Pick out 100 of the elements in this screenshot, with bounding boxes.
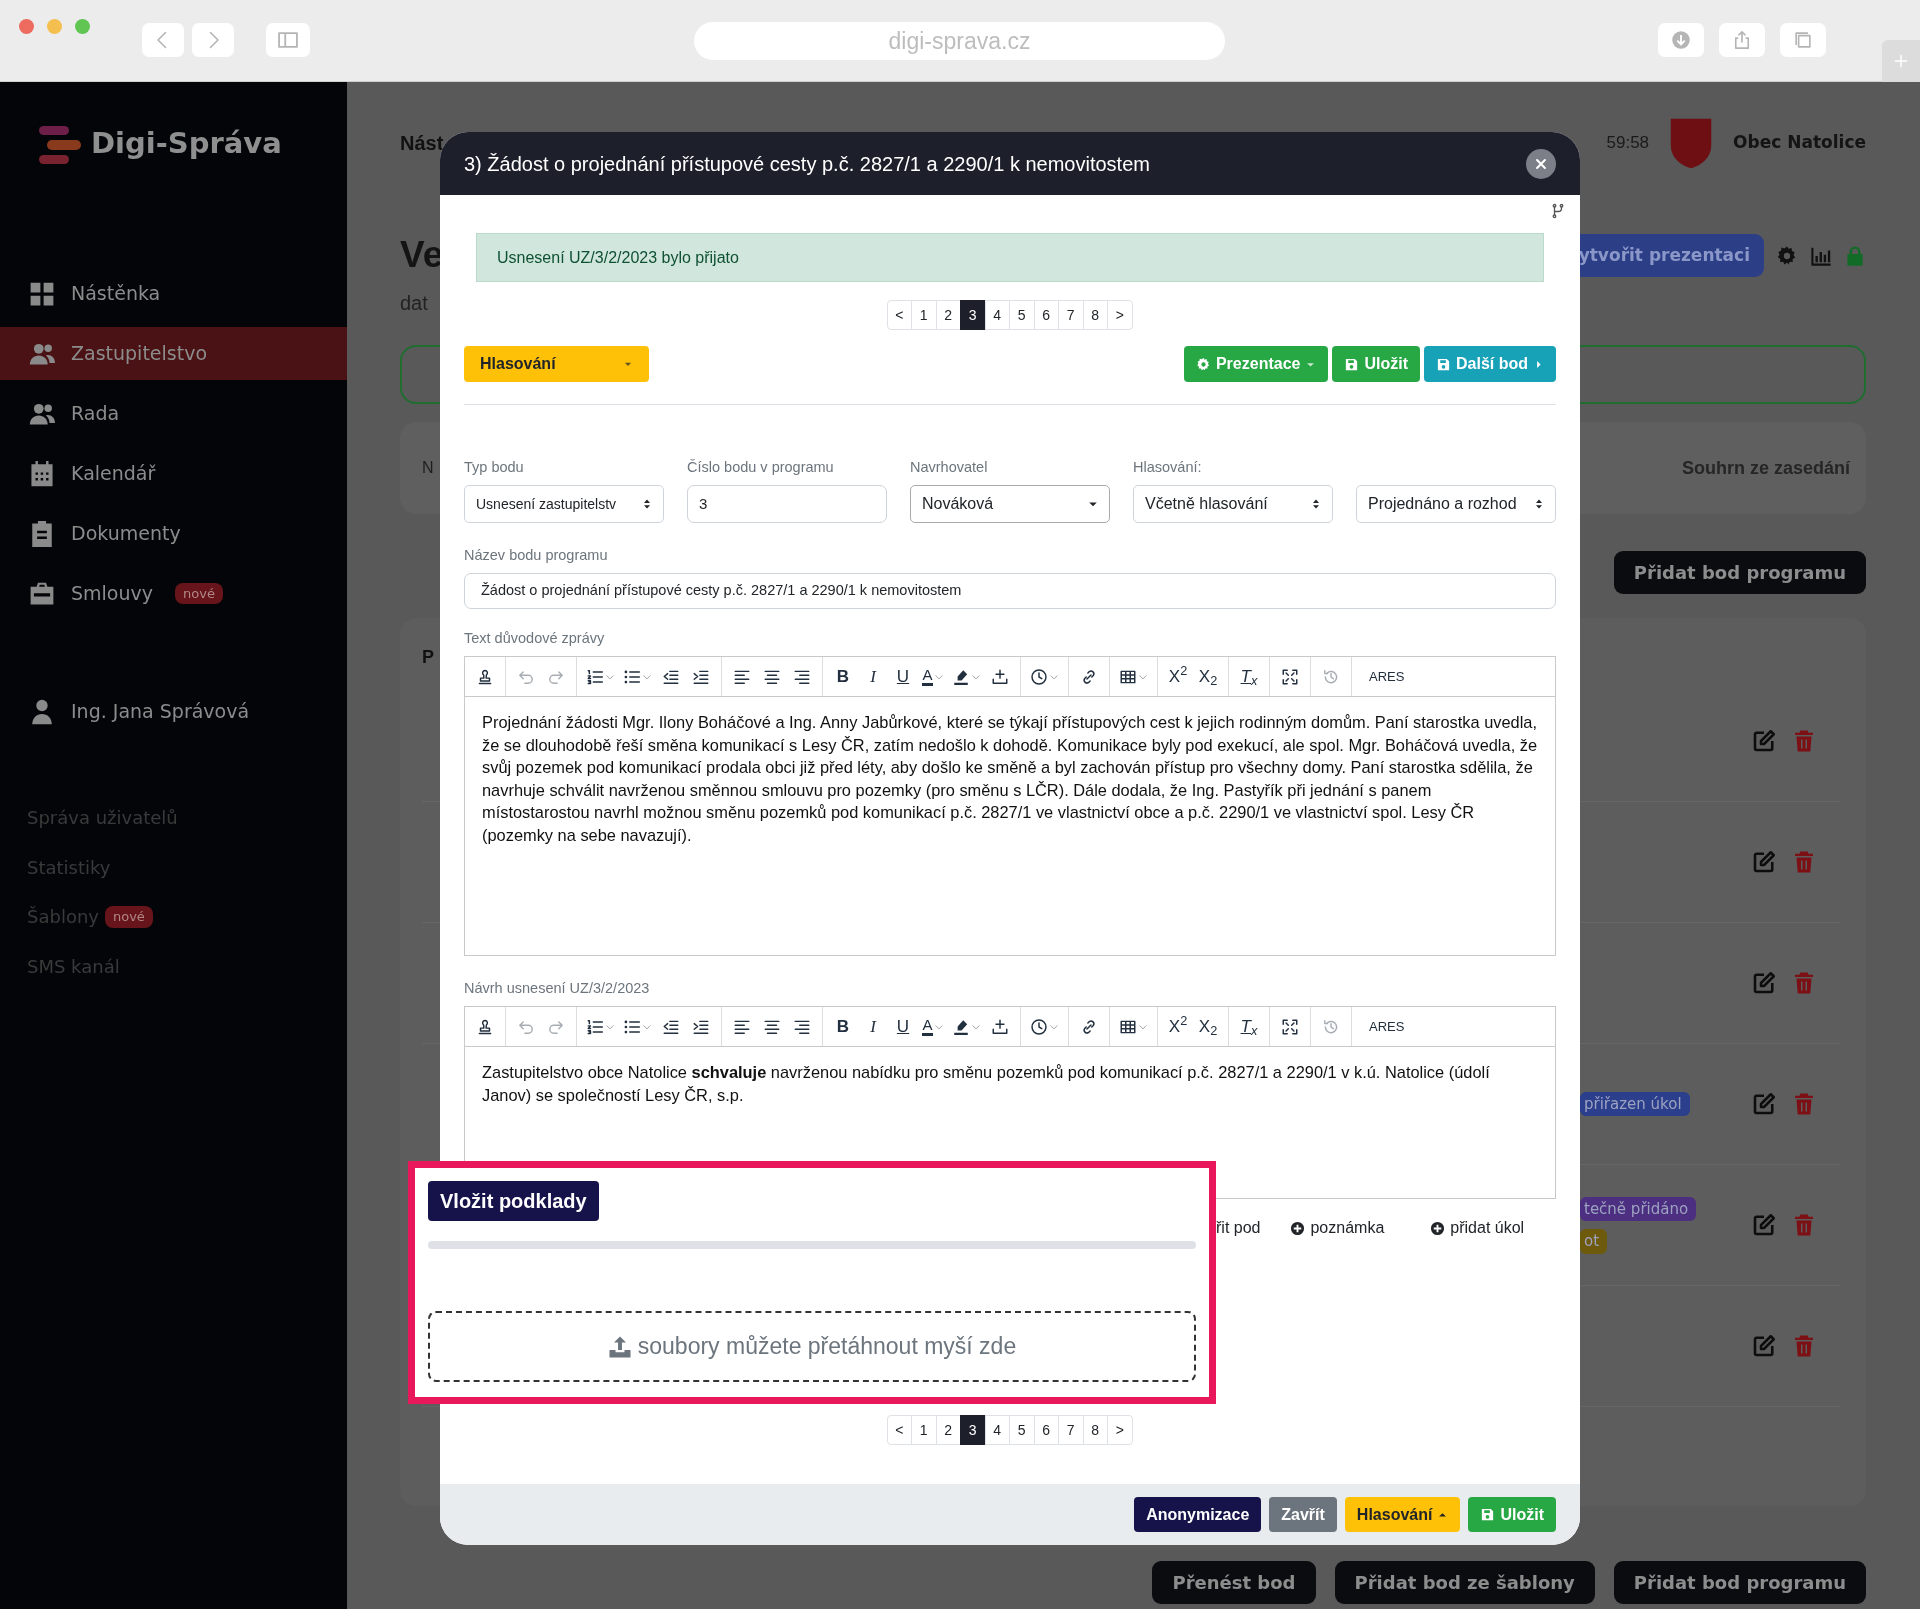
trash-icon: [1792, 1092, 1816, 1116]
nav-item[interactable]: Zastupitelstvo: [0, 327, 347, 380]
link-icon: [1080, 667, 1098, 686]
page-link[interactable]: 8: [1082, 1415, 1108, 1445]
clock-icon: [1030, 1017, 1048, 1036]
footer-button[interactable]: Zavřít: [1269, 1497, 1337, 1532]
input-field[interactable]: Žádost o projednání přístupové cesty p.č. 2827/1 a 2290/1 k nemovitostem: [464, 573, 1556, 609]
agenda-action-button[interactable]: Přenést bod: [1152, 1561, 1316, 1604]
underline-button[interactable]: U: [889, 1011, 917, 1042]
edit-icon: [1752, 729, 1776, 753]
page-link[interactable]: 1: [911, 1415, 937, 1445]
page-link[interactable]: 4: [984, 300, 1010, 330]
edit-button[interactable]: [1752, 971, 1776, 995]
action-link[interactable]: přidat úkol: [1430, 1216, 1525, 1240]
page-link[interactable]: 6: [1033, 1415, 1059, 1445]
superscript-button[interactable]: X$^{2}$: [1164, 1011, 1192, 1042]
underline-button[interactable]: U: [889, 661, 917, 692]
clear-format-button[interactable]: T$_{x}$: [1235, 1011, 1263, 1042]
agenda-action-button[interactable]: Přidat bod programu: [1613, 1561, 1866, 1604]
page-link[interactable]: <: [886, 300, 912, 330]
italic-button[interactable]: I: [859, 661, 887, 692]
bold-button[interactable]: B: [829, 661, 857, 692]
file-drop-zone[interactable]: soubory můžete přetáhnout myší zde: [428, 1311, 1196, 1382]
ordered-list-icon: [586, 667, 604, 686]
page-link[interactable]: >: [1107, 1415, 1133, 1445]
sidebar-toggle-button[interactable]: [266, 23, 310, 57]
page-link[interactable]: 6: [1033, 300, 1059, 330]
plain-button[interactable]: ARES: [1358, 661, 1416, 692]
edit-button[interactable]: [1752, 1092, 1776, 1116]
nav-item[interactable]: Kalendář: [0, 447, 347, 500]
close-button[interactable]: [1526, 148, 1556, 179]
field-label: Navrhovatel: [910, 458, 989, 477]
page-link[interactable]: 3: [960, 1415, 986, 1445]
user-name[interactable]: Ing. Jana Správová: [71, 697, 250, 726]
bold-button[interactable]: B: [829, 1011, 857, 1042]
page-link[interactable]: >: [1107, 300, 1133, 330]
select-field[interactable]: Usnesení zastupitelstv: [464, 485, 664, 523]
calendar-icon: [29, 460, 55, 487]
save-icon: [1480, 1507, 1496, 1522]
tag-badge: ot: [1580, 1229, 1608, 1254]
window-control-icon[interactable]: [19, 19, 34, 34]
page-link[interactable]: 4: [984, 1415, 1010, 1445]
page-link[interactable]: 8: [1082, 300, 1108, 330]
edit-button[interactable]: [1752, 850, 1776, 874]
text-color-button[interactable]: A: [919, 1011, 947, 1042]
history-icon: [1322, 1017, 1340, 1036]
page-link[interactable]: 5: [1009, 1415, 1035, 1445]
edit-button[interactable]: [1752, 729, 1776, 753]
insert-icon: [991, 1017, 1009, 1036]
page-link[interactable]: 2: [935, 300, 961, 330]
tag-badge: tečně přidáno: [1580, 1196, 1697, 1221]
branch-icon: [1550, 203, 1566, 219]
page-link[interactable]: <: [886, 1415, 912, 1445]
editor-text[interactable]: Projednání žádosti Mgr. Ilony Boháčové a Ing. Anny Jabůrkové, které se týkají přístupových cest k jejich rodinným domům. Paní starostka uvedla, že se dlouhodobě řeší směna komunikací s Lesy ČR, zatím nedošlo k dohodě. Komunikace byly pod exekucí, ale spol. Mgr. Boháčová uvedla, že svůj pozemek pod komunikací prodala obci již před léty, aby došlo ke směně a byl zachován přístup pro všechny domy. Paní starostka sdělila, že navrhuje schválit navrženou směnnou smlouvu pro pozemky (pro směnu s LČR). Dále dodala, že Ing. Pastyřík při jednání s panem místostarostou navrhl možnou směnu pozemků pod komunikací p.č. 2827/1 ve vlastnictví obce a p.č. 2290/1 ve vlastnictví spol. Lesy ČR (pozemky na sebe navazují).: [482, 711, 1538, 847]
action-link[interactable]: poznámka: [1290, 1216, 1385, 1240]
subscript-button[interactable]: X$_{2}$: [1194, 661, 1222, 692]
stamp-icon: [476, 1017, 494, 1036]
nav-item[interactable]: Smlouvy nové: [0, 567, 347, 620]
briefcase-icon: [29, 580, 55, 607]
select-field[interactable]: Nováková: [910, 485, 1110, 523]
plain-button[interactable]: ARES: [1358, 1011, 1416, 1042]
trash-icon: [1792, 1213, 1816, 1237]
text-color-button[interactable]: A: [919, 661, 947, 692]
superscript-button[interactable]: X$^{2}$: [1164, 661, 1192, 692]
edit-button[interactable]: [1752, 1334, 1776, 1358]
save-icon: [1344, 356, 1360, 372]
edit-button[interactable]: [1752, 1213, 1776, 1237]
select-field[interactable]: Projednáno a rozhod: [1356, 485, 1556, 523]
add-agenda-item-button[interactable]: Přidat bod programu: [1613, 551, 1866, 594]
nav-item[interactable]: Dokumenty: [0, 507, 347, 560]
fullscreen-icon: [1281, 1017, 1299, 1036]
italic-button[interactable]: I: [859, 1011, 887, 1042]
select-field[interactable]: Včetně hlasování: [1133, 485, 1333, 523]
modal-title: 3) Žádost o projednání přístupové cesty p.č. 2827/1 a 2290/1 k nemovitostem: [464, 151, 1150, 177]
nav-item[interactable]: Rada: [0, 387, 347, 440]
page-link[interactable]: 7: [1058, 1415, 1084, 1445]
footer-button[interactable]: Anonymizace: [1134, 1497, 1262, 1532]
page-link[interactable]: 3: [960, 300, 986, 330]
clock-time: 59:58: [1606, 132, 1650, 155]
input-field[interactable]: 3: [687, 485, 887, 523]
upload-button[interactable]: Vložit podklady: [428, 1181, 599, 1221]
field-label: Text důvodové zprávy: [464, 629, 606, 648]
subscript-button[interactable]: X$_{2}$: [1194, 1011, 1222, 1042]
nav-item[interactable]: Nástěnka: [0, 267, 347, 320]
footer-button[interactable]: Hlasování: [1344, 1497, 1461, 1532]
agenda-action-button[interactable]: Přidat bod ze šablony: [1334, 1561, 1595, 1604]
voting-dropdown[interactable]: Hlasování: [464, 346, 649, 382]
editor-text[interactable]: Zastupitelstvo obce Natolice schvaluje navrženou nabídku pro směnu pozemků pod komunikací p.č. 2827/1 a 2290/1 v k.ú. Natolice (údolí Janov) se společností Lesy ČR, s.p.: [482, 1061, 1538, 1107]
download-icon: [1671, 30, 1691, 50]
page-link[interactable]: 5: [1009, 300, 1035, 330]
history-icon: [1322, 667, 1340, 686]
municipality-name: Obec Natolice: [1733, 131, 1866, 155]
clear-format-button[interactable]: T$_{x}$: [1235, 661, 1263, 692]
page-link[interactable]: 7: [1058, 300, 1084, 330]
action-link[interactable]: řit pod: [1216, 1216, 1261, 1240]
edit-icon: [1752, 1213, 1776, 1237]
brand-name: Digi-Správa: [91, 125, 282, 162]
page-link[interactable]: 1: [911, 300, 937, 330]
tag-badge: přiřazen úkol: [1580, 1091, 1690, 1117]
page-link[interactable]: 2: [935, 1415, 961, 1445]
